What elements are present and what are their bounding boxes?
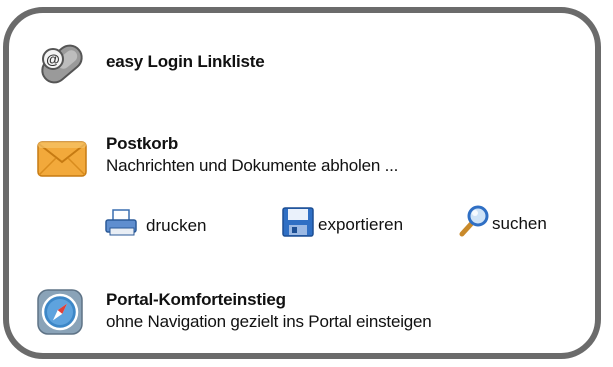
search-link[interactable]: suchen <box>456 204 547 243</box>
envelope-icon <box>36 136 88 185</box>
search-label: suchen <box>492 213 547 233</box>
portal-description: ohne Navigation gezielt ins Portal einst… <box>106 312 432 331</box>
postkorb-item[interactable]: Postkorb Nachrichten und Dokumente abhol… <box>36 130 536 182</box>
print-link[interactable]: drucken <box>104 208 206 243</box>
portal-title: Portal-Komforteinstieg <box>106 290 286 309</box>
export-link[interactable]: exportieren <box>281 206 403 243</box>
floppy-disk-icon <box>281 206 315 243</box>
postkorb-title: Postkorb <box>106 134 179 153</box>
linklist-item[interactable]: @ easy Login Linkliste <box>36 38 356 90</box>
postkorb-description: Nachrichten und Dokumente abholen ... <box>106 156 399 175</box>
linklist-title: easy Login Linkliste <box>106 52 265 71</box>
export-label: exportieren <box>318 214 404 234</box>
print-label: drucken <box>146 215 207 235</box>
magnifier-icon <box>456 204 492 243</box>
printer-icon <box>104 208 140 243</box>
portal-item[interactable]: Portal-Komforteinstieg ohne Navigation g… <box>36 284 556 340</box>
key-at-icon: @ <box>36 38 88 95</box>
svg-text:@: @ <box>46 51 60 67</box>
compass-icon <box>36 288 86 343</box>
